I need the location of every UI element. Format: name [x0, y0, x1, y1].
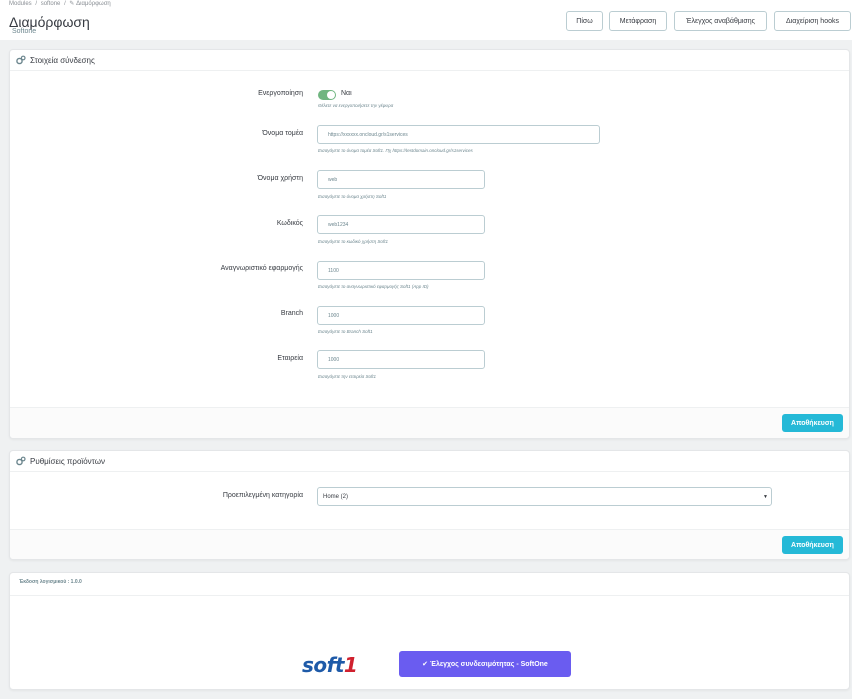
domain-input[interactable]: https://xxxxxx.oncloud.gr/s1services	[317, 125, 600, 144]
connection-settings-panel: Στοιχεία σύνδεσης Ενεργοποίηση Ναι Θέλετ…	[9, 49, 850, 439]
branch-help: Εισαγάγετε το Branch Soft1	[318, 329, 373, 334]
enable-toggle-label: Ναι	[341, 90, 352, 97]
software-version: Έκδοση λογισμικού : 1.0.0	[19, 579, 82, 585]
breadcrumb-separator: /	[64, 1, 66, 7]
panel-title: Στοιχεία σύνδεσης	[30, 55, 95, 65]
panel-title: Ρυθμίσεις προϊόντων	[30, 456, 105, 466]
check-connectivity-button[interactable]: ✔ Έλεγχος συνδεσιμότητας - SoftOne	[399, 651, 571, 677]
soft1-logo: soft1	[302, 653, 358, 677]
check-update-button[interactable]: Έλεγχος αναβάθμισης	[674, 11, 767, 31]
username-label: Όνομα χρήστη	[257, 175, 303, 182]
panel-heading: Στοιχεία σύνδεσης	[10, 50, 849, 71]
manage-hooks-button[interactable]: Διαχείριση hooks	[774, 11, 851, 31]
username-help: Εισαγάγετε το όνομα χρήστη Soft1	[318, 194, 387, 199]
translate-button[interactable]: Μετάφραση	[609, 11, 667, 31]
password-input[interactable]: web1234	[317, 215, 485, 234]
version-bar: Έκδοση λογισμικού : 1.0.0	[10, 573, 849, 596]
back-button[interactable]: Πίσω	[566, 11, 603, 31]
page-header: Modules / softone / ✎ Διαμόρφωση Διαμόρφ…	[0, 0, 852, 40]
company-help: Εισαγάγετε την εταιρεία Soft1	[318, 374, 376, 379]
breadcrumb-separator: /	[35, 1, 38, 7]
branch-label: Branch	[280, 310, 303, 317]
save-button[interactable]: Αποθήκευση	[782, 536, 843, 554]
caret-down-icon: ▼	[763, 494, 768, 500]
enable-help: Θέλετε να ενεργοποιήσετε την γέφυρα	[318, 103, 394, 108]
default-category-select[interactable]: Home (2) ▼	[317, 487, 772, 506]
breadcrumb-item-softone[interactable]: softone	[41, 1, 61, 7]
cogs-icon	[16, 55, 26, 65]
app-id-label: Αναγνωριστικό εφαρμογής	[220, 265, 303, 272]
password-help: Εισαγάγετε το κωδικό χρήστη Soft1	[318, 239, 388, 244]
panel-heading: Ρυθμίσεις προϊόντων	[10, 451, 849, 472]
default-category-label: Προεπιλεγμένη κατηγορία	[222, 492, 303, 499]
domain-label: Όνομα τομέα	[262, 130, 303, 137]
branch-input[interactable]: 1000	[317, 306, 485, 325]
company-label: Εταιρεία	[277, 355, 303, 362]
enable-label: Ενεργοποίηση	[258, 90, 303, 97]
domain-help: Εισαγάγετε το όνομα τομέα Soft1. Πχ http…	[318, 148, 473, 153]
app-id-help: Εισαγάγετε το αναγνωριστικό εφαρμογής So…	[318, 284, 429, 289]
save-button[interactable]: Αποθήκευση	[782, 414, 843, 432]
breadcrumb: Modules / softone / ✎ Διαμόρφωση	[9, 0, 113, 7]
breadcrumb-item-configure: ✎ Διαμόρφωση	[69, 1, 111, 7]
cogs-icon	[16, 456, 26, 466]
enable-toggle[interactable]	[318, 90, 336, 100]
page-subtitle: Softone	[12, 28, 37, 35]
company-input[interactable]: 1000	[317, 350, 485, 369]
product-settings-panel: Ρυθμίσεις προϊόντων Προεπιλεγμένη κατηγο…	[9, 450, 850, 560]
breadcrumb-item-modules[interactable]: Modules	[9, 1, 32, 7]
panel-footer: Αποθήκευση	[10, 529, 849, 559]
username-input[interactable]: web	[317, 170, 485, 189]
app-id-input[interactable]: 1100	[317, 261, 485, 280]
password-label: Κωδικός	[276, 220, 303, 227]
default-category-value: Home (2)	[323, 493, 349, 500]
panel-footer: Αποθήκευση	[10, 407, 849, 438]
